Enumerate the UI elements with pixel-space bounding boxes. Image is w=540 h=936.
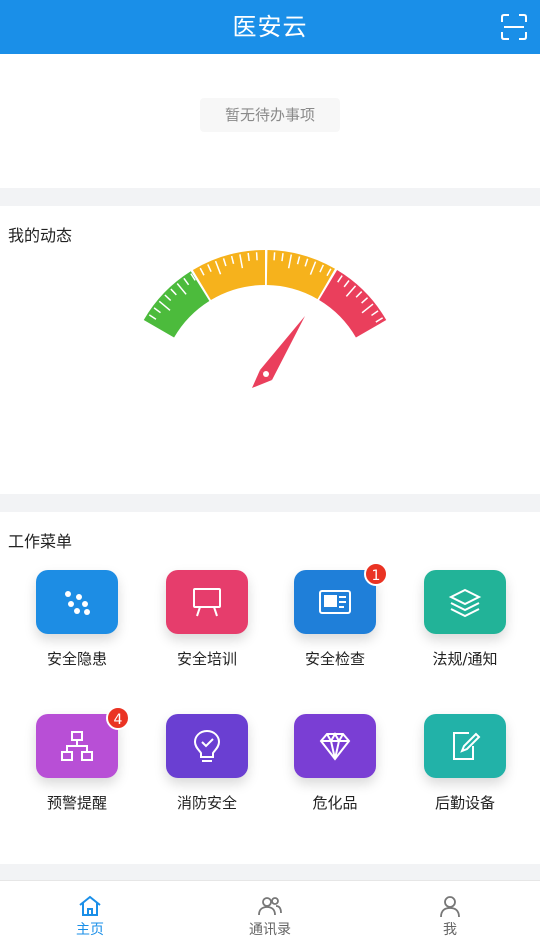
menu-item-inspection[interactable]: 1 安全检查 — [282, 562, 392, 680]
inspection-badge: 1 — [364, 562, 388, 586]
hazardous-chemicals-label: 危化品 — [312, 794, 358, 812]
app-title: 医安云 — [232, 13, 308, 41]
logistics-tile[interactable] — [424, 714, 506, 778]
presentation-board-icon — [193, 588, 221, 617]
empty-todo-message: 暂无待办事项 — [200, 98, 340, 132]
gauge-needle-icon — [260, 316, 305, 380]
hazards-tile[interactable] — [36, 570, 118, 634]
training-label: 安全培训 — [176, 650, 237, 668]
menu-item-hazards[interactable]: 安全隐患 — [24, 570, 134, 680]
dots-icon — [65, 591, 90, 615]
tab-home-label: 主页 — [76, 922, 104, 936]
todo-panel: 暂无待办事项 — [0, 54, 540, 188]
gauge-meter-icon — [143, 250, 387, 388]
menu-item-warnings[interactable]: 4 预警提醒 — [24, 706, 134, 824]
hazardous-chemicals-tile[interactable] — [294, 714, 376, 778]
gauge-tick — [281, 253, 284, 262]
training-tile[interactable] — [166, 570, 248, 634]
warnings-badge: 4 — [106, 706, 130, 730]
inspection-tile[interactable] — [294, 570, 376, 634]
regulations-label: 法规/通知 — [432, 650, 498, 668]
hierarchy-icon — [61, 731, 93, 761]
contacts-icon — [258, 897, 282, 916]
gauge-tick — [273, 252, 276, 261]
diamond-icon — [319, 731, 351, 761]
scan-icon[interactable] — [500, 13, 528, 41]
lightbulb-icon — [193, 729, 221, 762]
gauge-tick — [247, 252, 250, 262]
fire-safety-label: 消防安全 — [176, 794, 237, 812]
work-menu-title: 工作菜单 — [8, 532, 73, 551]
home-icon — [79, 895, 101, 916]
layers-icon — [448, 588, 482, 618]
app-header: 医安云 — [0, 0, 540, 54]
my-dynamics-title: 我的动态 — [8, 226, 73, 245]
user-icon — [440, 896, 460, 918]
tab-contacts-label: 通讯录 — [249, 922, 291, 936]
logistics-label: 后勤设备 — [434, 794, 495, 812]
gauge-segment — [319, 269, 387, 338]
tab-home[interactable]: 主页 — [0, 881, 180, 936]
hazards-label: 安全隐患 — [46, 650, 107, 668]
tab-me-label: 我 — [443, 922, 457, 936]
regulations-tile[interactable] — [424, 570, 506, 634]
my-dynamics-panel: 我的动态 — [0, 206, 540, 494]
work-menu-panel: 工作菜单 安全隐患 安全培训 1 安全检查 法规/通知 4 预警提醒 消防安全 … — [0, 512, 540, 864]
gauge-segment — [143, 271, 210, 338]
menu-item-fire-safety[interactable]: 消防安全 — [154, 714, 264, 824]
menu-item-regulations[interactable]: 法规/通知 — [412, 570, 522, 680]
fire-safety-tile[interactable] — [166, 714, 248, 778]
menu-item-logistics[interactable]: 后勤设备 — [412, 714, 522, 824]
menu-item-hazardous-chemicals[interactable]: 危化品 — [282, 714, 392, 824]
id-card-icon — [319, 590, 351, 614]
menu-item-training[interactable]: 安全培训 — [154, 570, 264, 680]
warnings-tile[interactable] — [36, 714, 118, 778]
edit-document-icon — [453, 732, 481, 760]
warnings-label: 预警提醒 — [46, 794, 107, 812]
tab-contacts[interactable]: 通讯录 — [180, 881, 360, 936]
bottom-tab-bar: 主页 通讯录 我 — [0, 880, 540, 936]
tab-me[interactable]: 我 — [360, 881, 540, 936]
inspection-label: 安全检查 — [304, 650, 365, 668]
